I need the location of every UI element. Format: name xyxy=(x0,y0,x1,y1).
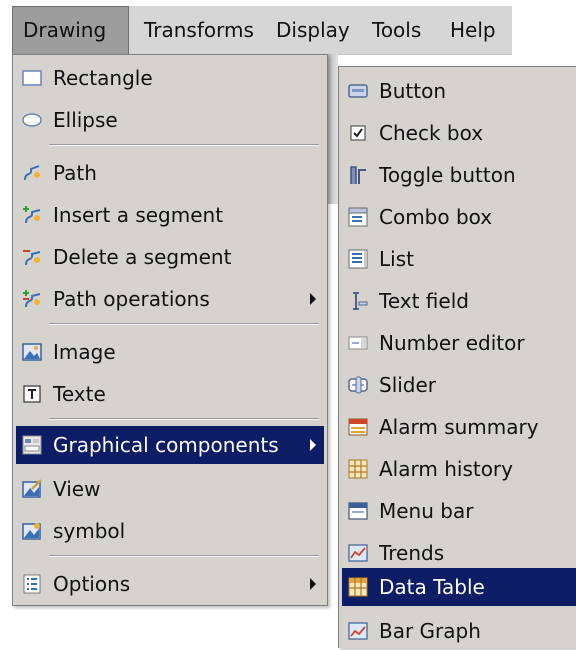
menu-item-image[interactable]: Image xyxy=(16,333,324,371)
submenu-arrow-icon xyxy=(310,439,316,451)
menu-item-label: Alarm summary xyxy=(379,415,539,439)
menu-item-delete-segment[interactable]: Delete a segment xyxy=(16,238,324,276)
menu-item-bar-graph[interactable]: Bar Graph xyxy=(342,612,576,650)
menu-item-label: Path xyxy=(53,161,97,185)
menu-item-label: Options xyxy=(53,572,131,596)
menu-item-ellipse[interactable]: Ellipse xyxy=(16,101,324,139)
menu-item-label: Combo box xyxy=(379,205,493,229)
options-icon xyxy=(22,574,42,594)
menu-item-label: Graphical components xyxy=(53,433,279,457)
menu-item-toggle-button[interactable]: Toggle button xyxy=(342,156,576,194)
menu-item-graphical-components[interactable]: Graphical components xyxy=(16,426,324,464)
menu-item-slider[interactable]: Slider xyxy=(342,366,576,404)
menu-separator xyxy=(49,418,319,420)
menu-item-check-box[interactable]: Check box xyxy=(342,114,576,152)
menu-bar: Drawing Transforms Display Tools Help xyxy=(12,6,512,56)
menu-item-label: Bar Graph xyxy=(379,619,481,643)
menu-transforms[interactable]: Transforms xyxy=(144,6,254,54)
view-icon xyxy=(22,479,42,499)
rectangle-icon xyxy=(22,68,42,88)
alarm-summary-icon xyxy=(348,417,368,437)
menu-item-button[interactable]: Button xyxy=(342,72,576,110)
graphical-components-icon xyxy=(22,435,42,455)
menu-item-label: Menu bar xyxy=(379,499,474,523)
menu-item-symbol[interactable]: symbol xyxy=(16,512,324,550)
menu-drawing[interactable]: Drawing xyxy=(12,6,129,56)
menu-tools[interactable]: Tools xyxy=(372,6,421,54)
menu-item-data-table[interactable]: Data Table xyxy=(342,568,576,606)
menu-item-label: Delete a segment xyxy=(53,245,232,269)
menu-item-label: Button xyxy=(379,79,446,103)
menu-item-label: Toggle button xyxy=(379,163,516,187)
button-icon xyxy=(348,81,368,101)
menu-item-label: Trends xyxy=(379,541,445,565)
menu-item-view[interactable]: View xyxy=(16,470,324,508)
menu-item-label: Number editor xyxy=(379,331,525,355)
menu-item-label: Alarm history xyxy=(379,457,513,481)
submenu-arrow-icon xyxy=(310,578,316,590)
menu-item-number-editor[interactable]: Number editor xyxy=(342,324,576,362)
menu-item-text-field[interactable]: Text field xyxy=(342,282,576,320)
number-editor-icon xyxy=(348,333,368,353)
menu-help[interactable]: Help xyxy=(450,6,496,54)
menu-item-list[interactable]: List xyxy=(342,240,576,278)
menu-item-label: View xyxy=(53,477,101,501)
menu-item-label: Text field xyxy=(379,289,469,313)
menu-item-label: Check box xyxy=(379,121,484,145)
text-field-icon xyxy=(348,291,368,311)
text-icon xyxy=(22,384,42,404)
menu-item-label: Ellipse xyxy=(53,108,118,132)
menu-item-trends[interactable]: Trends xyxy=(342,534,576,572)
menu-item-label: Slider xyxy=(379,373,437,397)
menu-item-label: Insert a segment xyxy=(53,203,224,227)
trends-icon xyxy=(348,543,368,563)
menu-item-insert-segment[interactable]: Insert a segment xyxy=(16,196,324,234)
menu-item-label: symbol xyxy=(53,519,126,543)
toggle-button-icon xyxy=(348,165,368,185)
menu-separator xyxy=(49,555,319,557)
graphical-components-submenu: Button Check box Toggle button Combo box… xyxy=(338,66,576,648)
data-table-icon xyxy=(348,577,368,597)
menu-item-label: List xyxy=(379,247,414,271)
image-icon xyxy=(22,342,42,362)
path-operations-icon xyxy=(22,289,42,309)
list-icon xyxy=(348,249,368,269)
menu-item-path[interactable]: Path xyxy=(16,154,324,192)
menu-shadow xyxy=(328,54,338,204)
delete-segment-icon xyxy=(22,247,42,267)
submenu-arrow-icon xyxy=(310,293,316,305)
menu-separator xyxy=(49,323,319,325)
symbol-icon xyxy=(22,521,42,541)
drawing-menu: Rectangle Ellipse Path Insert a segment … xyxy=(12,54,328,606)
menu-item-label: Path operations xyxy=(53,287,210,311)
checkbox-icon xyxy=(348,123,368,143)
menu-display[interactable]: Display xyxy=(276,6,350,54)
alarm-history-icon xyxy=(348,459,368,479)
menu-item-path-operations[interactable]: Path operations xyxy=(16,280,324,318)
menu-item-alarm-summary[interactable]: Alarm summary xyxy=(342,408,576,446)
slider-icon xyxy=(348,375,368,395)
menu-bar-icon xyxy=(348,501,368,521)
menu-item-options[interactable]: Options xyxy=(16,565,324,603)
menu-item-combo-box[interactable]: Combo box xyxy=(342,198,576,236)
ellipse-icon xyxy=(22,110,42,130)
bar-graph-icon xyxy=(348,621,368,641)
menu-item-label: Rectangle xyxy=(53,66,153,90)
menu-item-texte[interactable]: Texte xyxy=(16,375,324,413)
insert-segment-icon xyxy=(22,205,42,225)
path-icon xyxy=(22,163,42,183)
menu-item-label: Texte xyxy=(53,382,106,406)
menu-item-label: Data Table xyxy=(379,575,485,599)
menu-item-menu-bar[interactable]: Menu bar xyxy=(342,492,576,530)
menu-item-alarm-history[interactable]: Alarm history xyxy=(342,450,576,488)
menu-separator xyxy=(49,144,319,146)
combo-box-icon xyxy=(348,207,368,227)
menu-item-label: Image xyxy=(53,340,116,364)
menu-item-rectangle[interactable]: Rectangle xyxy=(16,59,324,97)
